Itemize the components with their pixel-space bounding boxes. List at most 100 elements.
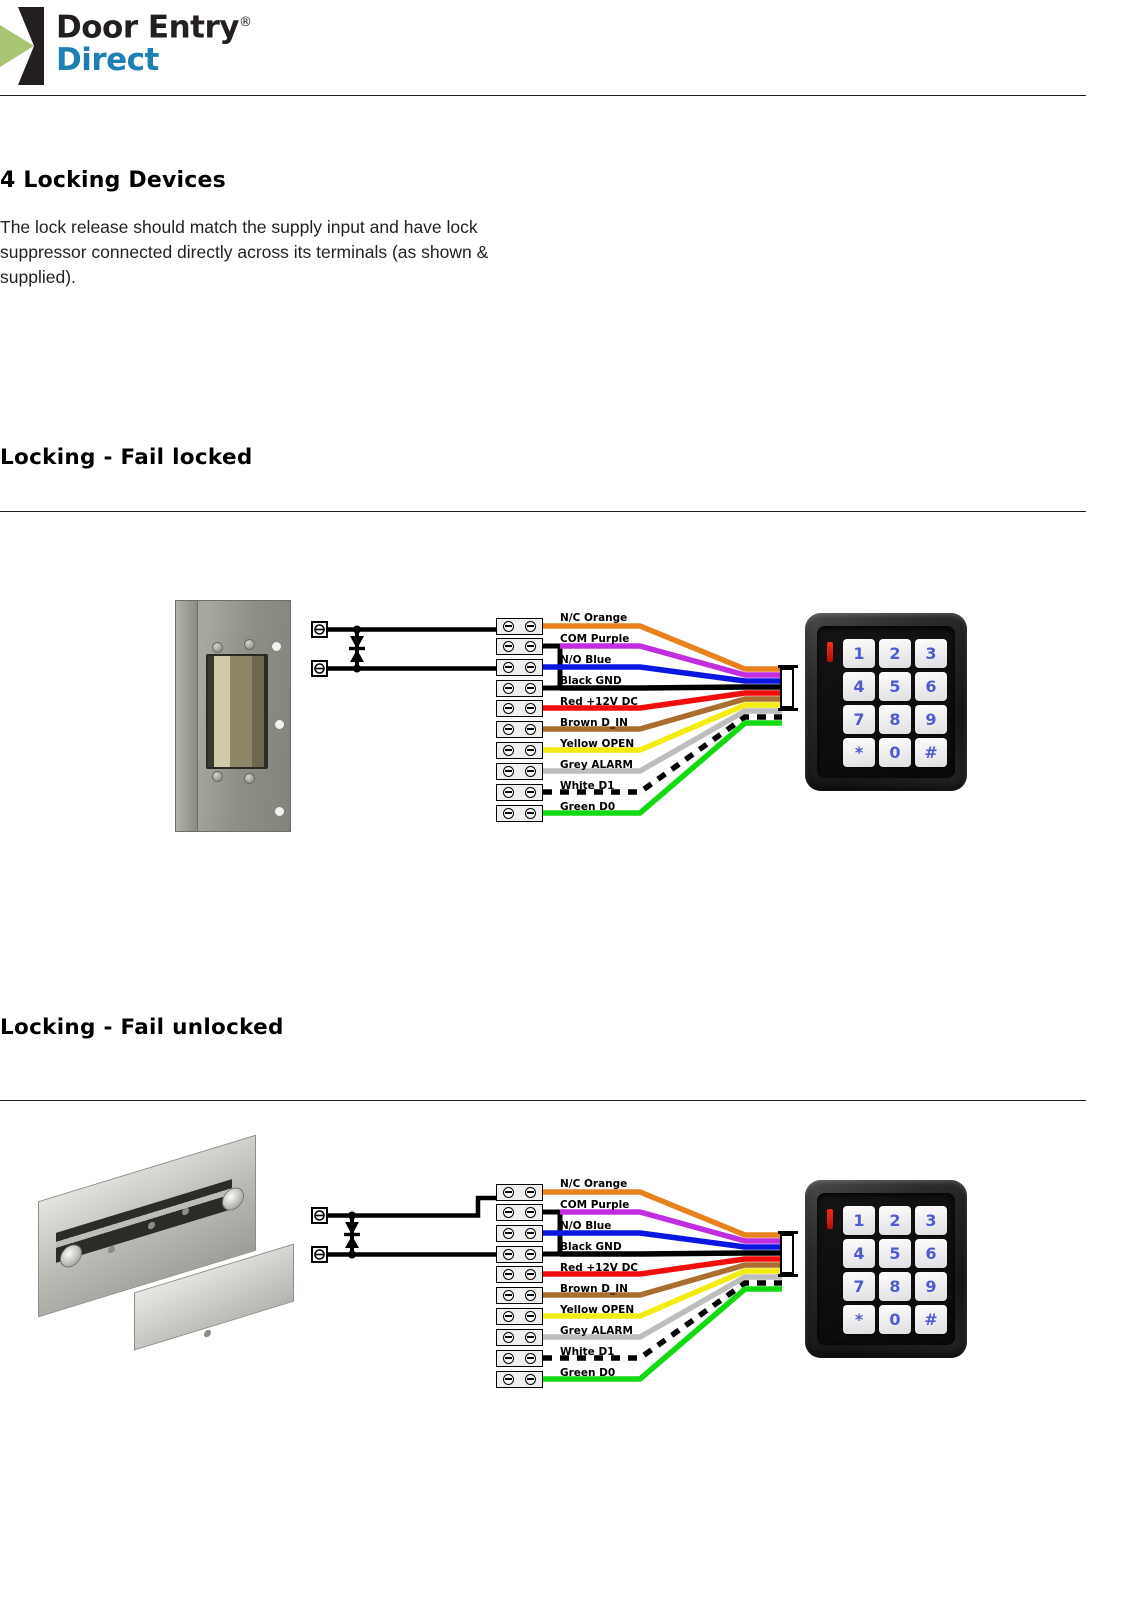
keypad-key[interactable]: 8 bbox=[879, 1272, 911, 1301]
keypad-key[interactable]: 3 bbox=[915, 639, 947, 668]
status-led-icon bbox=[827, 642, 833, 662]
terminal-row bbox=[496, 1225, 543, 1242]
terminal-screw-icon bbox=[502, 1187, 514, 1198]
terminal-screw-icon bbox=[502, 641, 514, 652]
page-header: Door Entry® Direct bbox=[0, 0, 1126, 96]
cable-connector bbox=[778, 1231, 798, 1277]
terminal-screw-icon bbox=[525, 724, 537, 735]
terminal-screw-icon bbox=[525, 766, 537, 777]
terminal-screw-icon bbox=[502, 662, 514, 673]
keypad-key[interactable]: 0 bbox=[879, 738, 911, 767]
wire-label-black-gnd: Black GND bbox=[560, 1241, 622, 1253]
terminal-screw-icon bbox=[525, 662, 537, 673]
terminal-screw-icon bbox=[525, 1207, 537, 1218]
wire-label-green-d0: Green D0 bbox=[560, 1367, 616, 1379]
terminal-screw-icon bbox=[525, 745, 537, 756]
keypad-key[interactable]: * bbox=[843, 1305, 875, 1334]
subsection-divider-2 bbox=[0, 1100, 1086, 1101]
terminal-screw-icon bbox=[525, 1187, 537, 1198]
section-paragraph: The lock release should match the supply… bbox=[0, 217, 489, 287]
subsection-divider-1 bbox=[0, 511, 1086, 512]
keypad-key-grid[interactable]: 1 2 3 4 5 6 7 8 9 * 0 # bbox=[843, 639, 947, 767]
keypad-faceplate: 1 2 3 4 5 6 7 8 9 * 0 # bbox=[817, 626, 955, 778]
terminal-screw-icon bbox=[502, 808, 514, 819]
keypad-key[interactable]: 9 bbox=[915, 705, 947, 734]
keypad-key[interactable]: 2 bbox=[879, 639, 911, 668]
terminal-screw-icon bbox=[525, 1290, 537, 1301]
terminal-screw-icon bbox=[525, 641, 537, 652]
terminal-screw-icon bbox=[525, 787, 537, 798]
keypad-key[interactable]: * bbox=[843, 738, 875, 767]
terminal-row bbox=[496, 1350, 543, 1367]
terminal-row bbox=[496, 1266, 543, 1283]
terminal-row bbox=[496, 784, 543, 801]
terminal-screw-icon bbox=[502, 1332, 514, 1343]
terminal-screw-icon bbox=[525, 1374, 537, 1385]
keypad-key[interactable]: 2 bbox=[879, 1206, 911, 1235]
wire-label-red-12v: Red +12V DC bbox=[560, 696, 638, 708]
keypad-key[interactable]: # bbox=[915, 1305, 947, 1334]
terminal-screw-icon bbox=[525, 621, 537, 632]
keypad-key[interactable]: 8 bbox=[879, 705, 911, 734]
terminal-screw-icon bbox=[502, 724, 514, 735]
keypad-key[interactable]: 7 bbox=[843, 705, 875, 734]
keypad-key-grid[interactable]: 1 2 3 4 5 6 7 8 9 * 0 # bbox=[843, 1206, 947, 1334]
terminal-row bbox=[496, 638, 543, 655]
terminal-screw-icon bbox=[502, 683, 514, 694]
wire-label-yellow-open: Yellow OPEN bbox=[560, 1304, 635, 1316]
status-led-icon bbox=[827, 1209, 833, 1229]
wire-label-nc-orange: N/C Orange bbox=[560, 612, 628, 624]
terminal-screw-icon bbox=[502, 1207, 514, 1218]
terminal-screw-icon bbox=[525, 1353, 537, 1364]
wiring-diagram-fail-unlocked: N/C Orange COM Purple N/O Blue Black GND… bbox=[0, 1134, 1126, 1410]
terminal-row bbox=[496, 742, 543, 759]
keypad-key[interactable]: 1 bbox=[843, 1206, 875, 1235]
terminal-row bbox=[496, 763, 543, 780]
terminal-screw-icon bbox=[525, 703, 537, 714]
subsection-title-fail-locked: Locking - Fail locked bbox=[0, 445, 253, 470]
terminal-row bbox=[496, 618, 543, 635]
terminal-screw-icon bbox=[502, 787, 514, 798]
keypad-faceplate: 1 2 3 4 5 6 7 8 9 * 0 # bbox=[817, 1193, 955, 1345]
keypad-key[interactable]: # bbox=[915, 738, 947, 767]
brand-line-2: Direct bbox=[56, 42, 159, 79]
subsection-title-fail-unlocked: Locking - Fail unlocked bbox=[0, 1015, 284, 1040]
keypad-key[interactable]: 3 bbox=[915, 1206, 947, 1235]
terminal-row bbox=[496, 680, 543, 697]
wire-label-com-purple: COM Purple bbox=[560, 1199, 630, 1211]
wire-label-green-d0: Green D0 bbox=[560, 801, 616, 813]
keypad-key[interactable]: 5 bbox=[879, 672, 911, 701]
terminal-row bbox=[496, 1308, 543, 1325]
keypad-key[interactable]: 4 bbox=[843, 1239, 875, 1268]
terminal-screw-icon bbox=[525, 1228, 537, 1239]
keypad-key[interactable]: 1 bbox=[843, 639, 875, 668]
terminal-screw-icon bbox=[502, 745, 514, 756]
keypad-key[interactable]: 5 bbox=[879, 1239, 911, 1268]
terminal-screw-icon bbox=[502, 621, 514, 632]
keypad-key[interactable]: 4 bbox=[843, 672, 875, 701]
wire-label-black-gnd: Black GND bbox=[560, 675, 622, 687]
terminal-screw-icon bbox=[525, 683, 537, 694]
terminal-row bbox=[496, 659, 543, 676]
terminal-screw-icon bbox=[502, 1249, 514, 1260]
wire-label-white-d1: White D1 bbox=[560, 1346, 615, 1358]
terminal-screw-icon bbox=[502, 1353, 514, 1364]
keypad-key[interactable]: 7 bbox=[843, 1272, 875, 1301]
terminal-row bbox=[496, 1371, 543, 1388]
wire-label-brown-din: Brown D_IN bbox=[560, 1283, 628, 1295]
wire-label-no-blue: N/O Blue bbox=[560, 1220, 612, 1232]
cable-connector bbox=[778, 665, 798, 711]
terminal-screw-icon bbox=[525, 808, 537, 819]
keypad-key[interactable]: 6 bbox=[915, 1239, 947, 1268]
wire-label-brown-din: Brown D_IN bbox=[560, 717, 628, 729]
terminal-screw-icon bbox=[502, 1269, 514, 1280]
terminal-row bbox=[496, 1329, 543, 1346]
terminal-row bbox=[496, 1287, 543, 1304]
access-control-keypad[interactable]: 1 2 3 4 5 6 7 8 9 * 0 # bbox=[805, 1180, 967, 1358]
keypad-key[interactable]: 6 bbox=[915, 672, 947, 701]
access-control-keypad[interactable]: 1 2 3 4 5 6 7 8 9 * 0 # bbox=[805, 613, 967, 791]
keypad-key[interactable]: 9 bbox=[915, 1272, 947, 1301]
keypad-key[interactable]: 0 bbox=[879, 1305, 911, 1334]
terminal-screw-icon bbox=[502, 1228, 514, 1239]
wire-label-grey-alarm: Grey ALARM bbox=[560, 759, 633, 771]
